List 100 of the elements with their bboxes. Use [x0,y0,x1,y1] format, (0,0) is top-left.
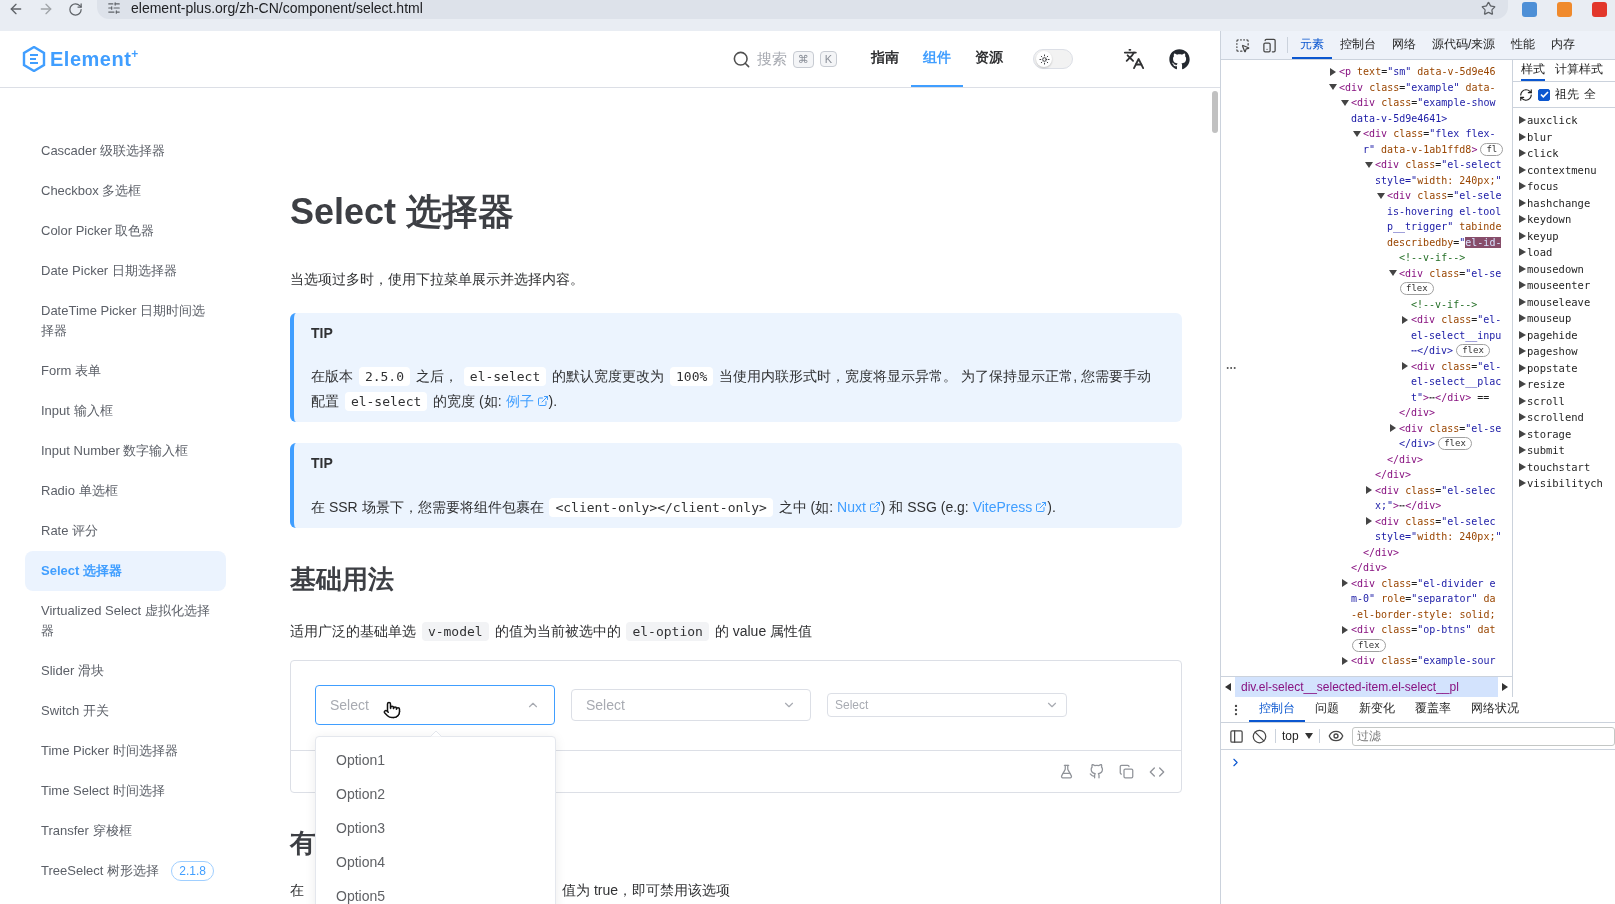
layout-badge[interactable]: flex [1352,638,1386,652]
reload-icon[interactable] [68,1,83,17]
triangle-right-icon[interactable] [1341,579,1349,588]
drawer-tab[interactable]: 覆盖率 [1405,697,1461,722]
triangle-right-icon[interactable] [1329,67,1337,76]
toolbar-label: 全 [1584,86,1596,103]
event-name: touchstart [1527,460,1591,473]
flask-icon[interactable] [1059,764,1074,779]
sidebar-item[interactable]: Input 输入框 [25,391,226,431]
theme-switch[interactable] [1033,49,1073,69]
sidebar-toggle-icon[interactable] [1229,728,1244,744]
sidebar-item[interactable]: Switch 开关 [25,691,226,731]
scroll-right-icon[interactable] [1502,683,1508,691]
sidebar-item[interactable]: Time Picker 时间选择器 [25,731,226,771]
dom-line: </div> [1399,407,1436,419]
sidebar-item[interactable]: Virtualized Select 虚拟化选择器 [25,591,226,651]
triangle-down-icon[interactable] [1365,160,1373,169]
event-name: click [1527,147,1559,160]
site-settings-icon[interactable] [107,1,121,15]
dropdown-option[interactable]: Option5 [316,879,555,904]
external-link-icon [536,395,549,407]
refresh-icon[interactable] [1519,87,1533,102]
sidebar-item[interactable]: Checkbox 多选框 [25,171,226,211]
sidebar-item[interactable]: DateTime Picker 日期时间选择器 [25,291,226,351]
sidebar-item[interactable]: Color Picker 取色器 [25,211,226,251]
drawer-tab[interactable]: 新变化 [1349,697,1405,722]
dropdown-option[interactable]: Option4 [316,845,555,879]
devtools-tab[interactable]: 源代码/来源 [1424,31,1504,59]
sidebar-item[interactable]: Slider 滑块 [25,651,226,691]
layout-badge[interactable]: flex [1456,344,1490,358]
sidebar-item[interactable]: TreeSelect 树形选择 2.1.8 [25,851,226,891]
device-icon[interactable] [1262,37,1277,53]
dropdown-option[interactable]: Option1 [316,743,555,777]
dom-line: describedby="el-id- [1387,236,1502,248]
dom-line: data-v-5d9e4641> [1351,112,1448,124]
eye-icon[interactable] [1327,728,1344,744]
sidebar-item[interactable]: Rate 评分 [25,511,226,551]
filter-field[interactable]: 过滤 [1351,726,1615,746]
dom-line: </div> [1363,546,1400,558]
triangle-right-icon[interactable] [1341,656,1349,665]
sidebar-item[interactable]: Date Picker 日期选择器 [25,251,226,291]
triangle-right-icon[interactable] [1401,362,1409,371]
inspect-icon[interactable] [1235,37,1250,53]
page-title: Select 选择器 [290,190,516,234]
clear-icon[interactable] [1252,728,1267,744]
sidebar-item[interactable]: Input Number 数字输入框 [25,431,226,471]
devtools-tab[interactable]: 内存 [1543,31,1584,59]
dom-line: is-hovering el-tool [1387,205,1502,217]
styles-tab[interactable]: 计算样式 [1555,60,1603,81]
external-link-icon [1035,501,1048,513]
nav-link[interactable]: 资源 [963,31,1015,87]
star-icon[interactable] [1481,0,1496,16]
sidebar-item[interactable]: Time Select 时间选择 [25,771,226,811]
address-bar[interactable]: element-plus.org/zh-CN/component/select.html [97,0,1508,19]
sidebar-item[interactable]: Transfer 穿梭框 [25,811,226,851]
layout-badge[interactable]: fl [1480,142,1504,156]
context-select[interactable]: top [1275,729,1320,743]
section-text: 在 [290,881,304,900]
dropdown-option[interactable]: Option2 [316,777,555,811]
scroll-left-icon[interactable] [1225,683,1231,691]
drawer-tab[interactable]: 网络状况 [1461,697,1529,722]
event-name: mouseup [1527,312,1572,325]
section-text: 适用广泛的基础单选 v-model 的值为当前被选中的 el-option 的 value 属性值 [290,621,814,643]
url-text: element-plus.org/zh-CN/component/select.html [131,0,424,16]
triangle-down-icon[interactable] [1389,269,1397,278]
devtools-tab[interactable]: 性能 [1503,31,1544,59]
triangle-right-icon[interactable] [1389,424,1397,433]
dom-line: <div class="el-selec [1375,515,1496,527]
devtools-tab[interactable]: 控制台 [1332,31,1384,59]
event-name: resize [1527,378,1565,391]
devtools-tab[interactable]: 元素 [1292,31,1332,59]
sidebar-item[interactable]: Form 表单 [25,351,226,391]
scrollbar[interactable] [1212,91,1218,133]
styles-tab[interactable]: 样式 [1521,60,1545,81]
nav-link[interactable]: 指南 [859,31,911,87]
devtools-tab[interactable]: 网络 [1384,31,1424,59]
dom-line: </div> [1375,469,1412,481]
tip-label: TIP [311,454,334,473]
drawer-tab[interactable]: 问题 [1305,697,1349,722]
triangle-down-icon[interactable] [1377,191,1385,200]
dom-line: <p text="sm" data-v-5d9e46 [1339,66,1496,78]
dropdown-option[interactable]: Option3 [316,811,555,845]
sidebar-item[interactable]: Radio 单选框 [25,471,226,511]
triangle-down-icon[interactable] [1353,129,1361,138]
translate-icon[interactable] [1123,48,1145,70]
drawer-tab[interactable]: 控制台 [1249,697,1305,722]
layout-badge[interactable]: flex [1400,282,1434,296]
triangle-right-icon[interactable] [1365,486,1373,495]
event-name: mouseleave [1527,295,1591,308]
triangle-right-icon[interactable] [1365,517,1373,526]
layout-badge[interactable]: flex [1438,437,1472,451]
dom-line: <div class="el- [1411,360,1502,372]
dom-line: <div class="el-selec [1375,484,1496,496]
triangle-right-icon[interactable] [1341,625,1349,634]
copy-icon[interactable] [1119,764,1134,779]
checkbox[interactable] [1538,88,1550,101]
triangle-right-icon[interactable] [1401,315,1409,324]
github-icon[interactable] [1169,48,1190,70]
sidebar-item[interactable]: Cascader 级联选择器 [25,131,226,171]
back-icon[interactable] [8,1,24,17]
